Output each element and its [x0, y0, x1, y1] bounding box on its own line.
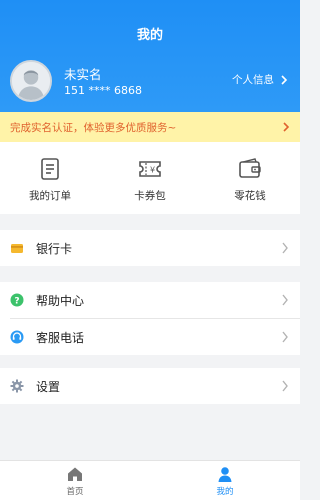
- pocket-money-button[interactable]: 零花钱: [200, 142, 300, 214]
- my-orders-button[interactable]: 我的订单: [0, 142, 100, 214]
- quick-label-orders: 我的订单: [29, 190, 71, 202]
- menu-item-settings[interactable]: 设置: [0, 368, 300, 404]
- tab-home-label: 首页: [66, 486, 84, 497]
- personal-info-link[interactable]: 个人信息: [232, 72, 290, 87]
- gear-icon: [10, 379, 24, 393]
- bank-group: 银行卡: [0, 230, 300, 266]
- menu-item-help-center[interactable]: ? 帮助中心: [0, 282, 300, 318]
- bank-card-icon: [11, 244, 23, 253]
- profile-header: 我的 未实名 151 **** 6868 个人信息: [0, 0, 300, 112]
- tab-home[interactable]: 首页: [0, 461, 150, 500]
- user-name: 未实名: [64, 67, 102, 82]
- menu-item-bank-card[interactable]: 银行卡: [0, 230, 300, 266]
- support-group: ? 帮助中心 客服电话: [0, 282, 300, 355]
- chevron-right-icon: [282, 331, 288, 343]
- order-icon: [41, 158, 59, 180]
- quick-label-pocket-money: 零花钱: [234, 190, 266, 202]
- chevron-right-icon: [282, 380, 288, 392]
- svg-text:?: ?: [14, 296, 19, 306]
- settings-group: 设置: [0, 368, 300, 404]
- svg-text:¥: ¥: [150, 166, 155, 175]
- personal-info-label: 个人信息: [232, 74, 274, 86]
- quick-label-coupons: 卡券包: [134, 190, 166, 202]
- user-avatar-icon: [12, 62, 50, 100]
- headset-icon: [10, 330, 24, 344]
- user-phone: 151 **** 6868: [64, 84, 142, 97]
- menu-label-settings: 设置: [36, 379, 61, 394]
- menu-label-bank-card: 银行卡: [36, 241, 73, 256]
- wallet-icon: [239, 158, 261, 178]
- tab-mine-label: 我的: [216, 486, 234, 497]
- menu-item-customer-service[interactable]: 客服电话: [0, 319, 300, 355]
- person-icon: [218, 466, 232, 482]
- quick-actions: 我的订单 ¥ 卡券包 零花钱: [0, 142, 300, 214]
- coupon-wallet-button[interactable]: ¥ 卡券包: [100, 142, 200, 214]
- chevron-right-icon: [282, 294, 288, 306]
- chevron-right-icon: [281, 74, 288, 85]
- chevron-right-icon: [283, 122, 290, 132]
- page-title: 我的: [136, 28, 163, 43]
- chevron-right-icon: [282, 242, 288, 254]
- help-icon: ?: [10, 293, 24, 307]
- menu-label-customer-service: 客服电话: [36, 330, 85, 345]
- verification-notice[interactable]: 完成实名认证，体验更多优质服务~: [0, 112, 300, 142]
- home-icon: [68, 467, 82, 481]
- bottom-tab-bar: 首页 我的: [0, 460, 300, 500]
- tab-mine[interactable]: 我的: [150, 461, 300, 500]
- notice-text: 完成实名认证，体验更多优质服务~: [10, 121, 177, 134]
- coupon-icon: ¥: [139, 161, 161, 177]
- avatar[interactable]: [10, 60, 52, 102]
- menu-label-help-center: 帮助中心: [36, 293, 85, 308]
